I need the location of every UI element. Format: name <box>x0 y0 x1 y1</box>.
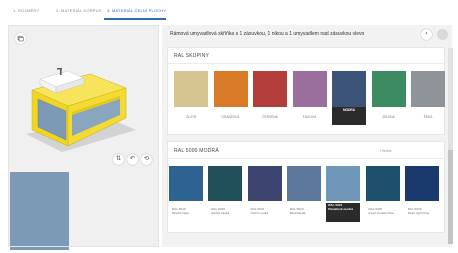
ral-group-swatch[interactable] <box>174 71 208 107</box>
ral-group-label: ŽLUTÁ <box>185 115 197 119</box>
selected-front-color-preview <box>10 172 69 250</box>
ral-group-label: ZELENÁ <box>382 115 395 119</box>
ral-color-label: RAL 5024 Pastelově modrá <box>326 203 361 222</box>
ral-color-swatch[interactable] <box>169 166 203 201</box>
tab-dimensions[interactable]: 1. ROZMĚRY <box>13 8 39 13</box>
divider <box>167 158 445 159</box>
ral-group-swatch[interactable] <box>213 71 248 107</box>
tab-body-material[interactable]: 2. MATERIÁL KORPUS <box>56 8 102 13</box>
ral-group-swatch[interactable] <box>332 71 366 107</box>
product-title: Rámová umyvadlová skříňka s 1 zásuvkou, … <box>170 31 365 37</box>
ral-name: Pearl night blue <box>407 211 430 215</box>
scrollbar-thumb[interactable] <box>448 150 453 244</box>
ral-name: Noční modrá <box>250 211 269 215</box>
ral-groups-title: RAL SKUPINY <box>174 53 210 59</box>
ral-group-swatch[interactable] <box>411 71 445 107</box>
ral-color-label: RAL 5026 Pearl night blue <box>405 207 439 215</box>
chevron-left-icon[interactable]: ‹ <box>421 29 432 40</box>
cabinet-3d-render[interactable] <box>8 60 159 160</box>
ral-color-label: RAL 5022 Noční modrá <box>248 207 282 215</box>
ral-color-label: RAL 5025 Pearl Gentian blue <box>366 207 400 215</box>
tab-front-material[interactable]: 3. MATERIÁL ČELNÍ PLOCHY <box>107 8 166 13</box>
chevron-right-icon[interactable] <box>437 29 448 40</box>
ral-color-swatch[interactable] <box>247 166 282 201</box>
ral-color-swatch[interactable] <box>208 166 243 201</box>
ral-group-label: ORANŽOVÁ <box>221 115 240 119</box>
ral-color-swatch[interactable] <box>286 166 321 201</box>
ral-group-swatch[interactable] <box>371 71 406 107</box>
reset-view-icon[interactable]: ⟲ <box>141 154 152 165</box>
ral-color-swatch[interactable] <box>404 166 439 201</box>
ral-5000-title: RAL 5000 MODRÁ <box>174 148 219 154</box>
active-tab-indicator <box>104 18 166 20</box>
ral-name: Modrošedá <box>289 211 306 215</box>
divider <box>167 63 445 64</box>
ral-group-label: ČERVENÁ <box>262 115 278 119</box>
search-hint[interactable]: Hledat <box>380 148 392 153</box>
undo-icon[interactable]: ↶ <box>127 154 138 165</box>
ral-group-label: MODRÁ <box>332 107 366 125</box>
ral-group-label: FIALOVÁ <box>302 115 317 119</box>
ral-color-label: RAL 5019 Modrá Capri <box>169 207 203 215</box>
ral-group-swatch[interactable] <box>253 71 287 107</box>
layers-icon[interactable] <box>15 33 26 44</box>
ral-color-label: RAL 5020 Modrá zaoká <box>208 207 242 215</box>
ral-color-swatch[interactable] <box>365 166 400 201</box>
ral-group-swatch[interactable] <box>292 71 327 107</box>
ral-name: Modrá zaoká <box>211 211 230 215</box>
ral-name: Pearl Gentian blue <box>368 211 395 215</box>
ral-color-swatch[interactable] <box>326 166 361 201</box>
ral-color-label: RAL 5023 Modrošedá <box>287 207 321 215</box>
tab-bar: 1. ROZMĚRY 2. MATERIÁL KORPUS 3. MATERIÁ… <box>0 0 458 22</box>
ral-group-label: ŠEDÁ <box>423 115 433 119</box>
ral-name: Pastelově modrá <box>328 207 353 211</box>
ral-name: Modrá Capri <box>172 211 190 215</box>
rotate-icon[interactable]: ⇅ <box>113 154 124 165</box>
